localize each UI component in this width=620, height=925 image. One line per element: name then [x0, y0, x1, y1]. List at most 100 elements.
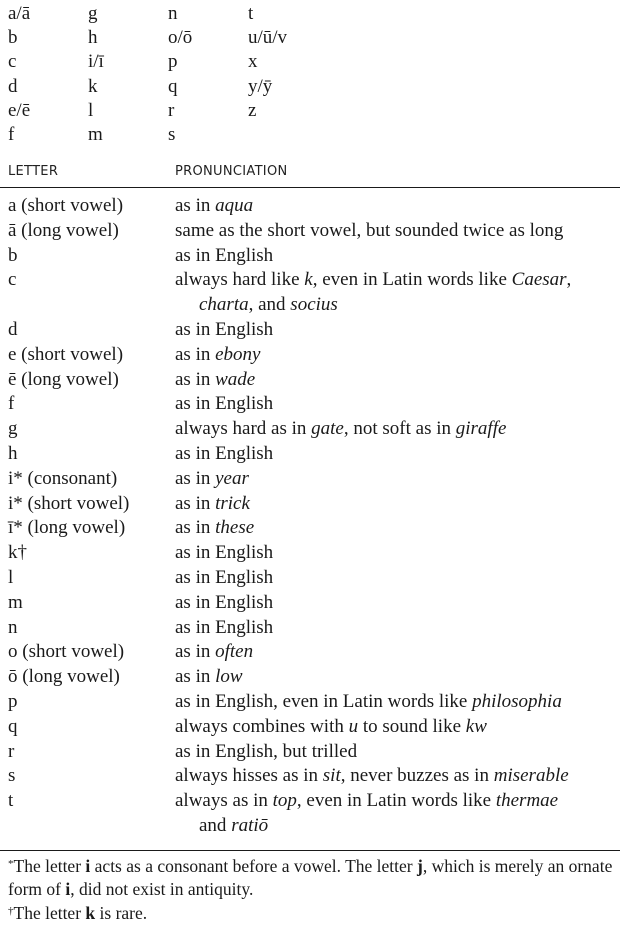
row-pronunciation: always hard as in gate, not soft as in g… — [175, 417, 620, 442]
row-letter: ō (long vowel) — [8, 666, 120, 688]
row-letter: a (short vowel) — [8, 195, 124, 216]
row-letter: d — [8, 318, 18, 340]
row-letter: p — [8, 690, 18, 712]
table-row: e (short vowel) as in ebony — [8, 343, 620, 368]
row-letter: l — [8, 566, 14, 588]
text-run: as in — [175, 641, 216, 663]
row-letter: f — [8, 393, 15, 415]
row-pronunciation: as in English — [175, 591, 620, 616]
text-run: as in English — [175, 442, 274, 464]
row-letter: t — [8, 790, 14, 812]
pronunciation-continuation: and ratiō — [175, 814, 620, 839]
row-pronunciation: as in year — [175, 467, 620, 492]
table-row: t always as in top, even in Latin words l… — [8, 789, 620, 839]
italic-term: aqua — [215, 195, 254, 216]
text-run: , did not exist in antiquity. — [70, 878, 254, 899]
italic-term: Caesar — [511, 269, 567, 291]
text-run: as in — [175, 343, 216, 365]
alphabet-letter: m — [88, 123, 103, 145]
row-pronunciation: as in often — [175, 640, 620, 665]
row-pronunciation: as in English — [175, 566, 620, 591]
alphabet-letter: q — [168, 75, 178, 97]
header-pronunciation: PRONUNCIATION — [175, 164, 288, 179]
row-pronunciation: always hard like k, even in Latin words … — [175, 268, 620, 318]
alphabet-letter: o/ō — [168, 27, 193, 49]
row-pronunciation: always as in top, even in Latin words li… — [175, 789, 620, 839]
table-row: n as in English — [8, 616, 620, 641]
italic-term: year — [215, 467, 249, 489]
row-letter: e (short vowel) — [8, 343, 124, 365]
italic-term: charta — [199, 294, 249, 316]
table-row: r as in English, but trilled — [8, 740, 620, 765]
row-pronunciation: as in ebony — [175, 343, 620, 368]
table-row: g always hard as in gate, not soft as in … — [8, 417, 620, 442]
text-run: , never buzzes as in — [340, 765, 494, 787]
table-row: ō (long vowel) as in low — [8, 665, 620, 690]
text-run: , not soft as in — [343, 418, 456, 440]
table-row: ā (long vowel) same as the short vowel, b… — [8, 219, 620, 244]
table-row: k† as in English — [8, 541, 620, 566]
row-pronunciation: same as the short vowel, but sounded twi… — [175, 219, 620, 244]
italic-term: trick — [215, 492, 250, 514]
text-run: always hard as in — [175, 418, 312, 440]
table-row: l as in English — [8, 566, 620, 591]
text-run: as in — [175, 195, 216, 216]
row-pronunciation: as in English, but trilled — [175, 740, 620, 765]
alphabet-letter: p — [168, 51, 178, 73]
italic-term: u — [348, 715, 359, 737]
header-letter: LETTER — [8, 164, 59, 179]
row-pronunciation: always hisses as in sit, never buzzes as… — [175, 764, 620, 789]
text-run: , — [566, 269, 572, 291]
bold-letter: k — [85, 903, 96, 923]
alphabet-letter: k — [88, 75, 98, 97]
text-run: always combines with — [175, 715, 349, 737]
text-run: The letter — [13, 856, 86, 876]
header-rule — [0, 187, 620, 188]
row-letter: n — [8, 616, 18, 638]
alphabet-letter: z — [248, 99, 257, 121]
row-pronunciation: as in wade — [175, 368, 620, 393]
italic-term: ebony — [215, 343, 261, 365]
table-row: c always hard like k, even in Latin words… — [8, 268, 620, 318]
text-run: as in English — [175, 318, 274, 340]
alphabet-letter: r — [168, 99, 175, 121]
row-letter: s — [8, 765, 16, 787]
text-run: , even in Latin words like — [312, 269, 512, 291]
italic-term: ratiō — [231, 814, 269, 836]
text-run: and — [199, 814, 232, 836]
italic-term: top — [272, 790, 297, 812]
alphabet-grid: a/ā g n t b h o/ō u/ū/v c i/ī p x d k q y/ȳ e/ē l r z f m s — [8, 2, 338, 147]
row-letter: ā (long vowel) — [8, 219, 119, 241]
italic-term: miserable — [493, 765, 569, 787]
table-row: i* (consonant) as in year — [8, 467, 620, 492]
text-run: same as the short vowel, but sounded twi… — [175, 219, 564, 241]
row-letter: h — [8, 442, 18, 464]
table-row: d as in English — [8, 318, 620, 343]
text-run: as in English — [175, 244, 274, 266]
row-letter: b — [8, 244, 18, 266]
row-letter: k† — [8, 542, 27, 564]
italic-term: wade — [215, 368, 256, 390]
alphabet-letter: i/ī — [88, 51, 104, 73]
footnote: *The letter i acts as a consonant before… — [8, 853, 620, 900]
alphabet-letter: c — [8, 51, 17, 73]
alphabet-letter: t — [248, 3, 254, 24]
row-pronunciation: as in trick — [175, 492, 620, 517]
alphabet-letter: b — [8, 27, 18, 49]
row-letter: m — [8, 591, 23, 613]
alphabet-letter: l — [88, 99, 94, 121]
row-pronunciation: as in English, even in Latin words like … — [175, 690, 620, 715]
text-run: as in — [175, 666, 216, 688]
alphabet-letter: x — [248, 51, 258, 73]
row-pronunciation: as in English — [175, 318, 620, 343]
table-row: b as in English — [8, 244, 620, 269]
text-run: always hisses as in — [175, 765, 323, 787]
italic-term: giraffe — [455, 418, 507, 440]
italic-term: gate — [311, 418, 344, 440]
alphabet-letter: d — [8, 75, 18, 97]
row-letter: g — [8, 418, 18, 440]
pronunciation-table: a (short vowel) as in aqua ā (long vowel) s… — [8, 194, 620, 839]
row-pronunciation: as in English — [175, 442, 620, 467]
text-run: to sound like — [358, 715, 466, 737]
italic-term: sit — [322, 765, 341, 787]
